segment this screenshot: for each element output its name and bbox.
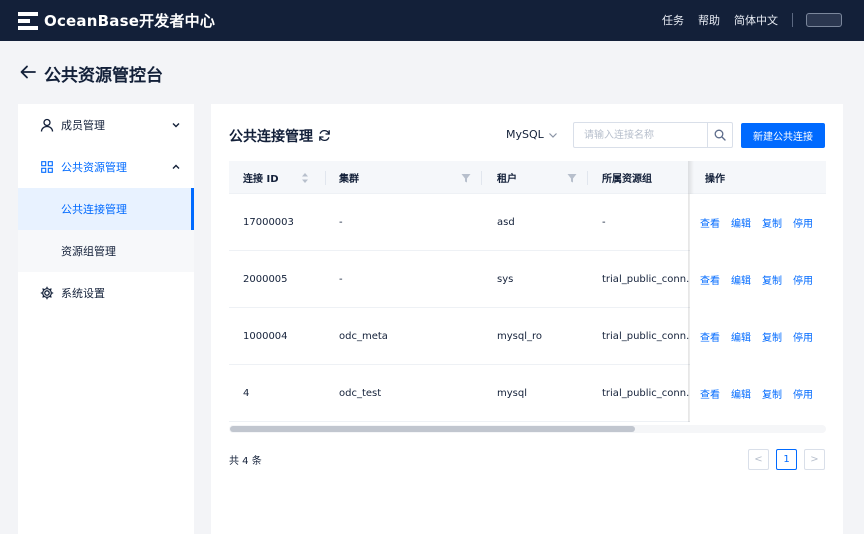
scrollbar-thumb[interactable]: [230, 426, 635, 432]
chevron-up-icon: [172, 164, 180, 169]
brand-logo[interactable]: OceanBase开发者中心: [18, 10, 215, 31]
column-label: 连接 ID: [243, 174, 279, 185]
column-header-actions: 操作: [705, 161, 725, 194]
view-link[interactable]: 查看: [700, 386, 720, 401]
gear-icon: [39, 285, 55, 301]
edit-link[interactable]: 编辑: [731, 272, 751, 287]
grid-icon: [39, 159, 55, 175]
chevron-down-icon: [548, 132, 557, 138]
page-title: 公共资源管控台: [44, 66, 163, 86]
db-type-select[interactable]: MySQL: [506, 128, 558, 141]
sidebar-item-system-settings[interactable]: 系统设置: [18, 272, 194, 314]
filter-icon[interactable]: [567, 173, 577, 183]
copy-link[interactable]: 复制: [762, 386, 782, 401]
top-links: 任务 帮助 简体中文: [648, 12, 842, 28]
view-link[interactable]: 查看: [700, 329, 720, 344]
copy-link[interactable]: 复制: [762, 215, 782, 230]
column-label: 操作: [705, 174, 725, 185]
disable-link[interactable]: 停用: [793, 272, 813, 287]
column-header-resource-group[interactable]: 所属资源组: [602, 161, 652, 194]
view-link[interactable]: 查看: [700, 215, 720, 230]
help-link[interactable]: 帮助: [698, 12, 720, 28]
disable-link[interactable]: 停用: [793, 386, 813, 401]
top-navigation-bar: OceanBase开发者中心 任务 帮助 简体中文: [0, 0, 864, 41]
tasks-link[interactable]: 任务: [662, 12, 684, 28]
horizontal-scrollbar[interactable]: [229, 425, 826, 433]
filter-icon[interactable]: [461, 173, 471, 183]
column-divider: [587, 171, 588, 185]
actions-column: 查看 编辑 复制 停用 查看 编辑 复制 停用 查看 编辑 复制 停用 查看 编…: [229, 161, 826, 422]
new-public-connection-button[interactable]: 新建公共连接: [741, 123, 825, 148]
row-actions: 查看 编辑 复制 停用: [700, 308, 824, 364]
user-icon: [39, 117, 55, 133]
disable-link[interactable]: 停用: [793, 329, 813, 344]
copy-link[interactable]: 复制: [762, 272, 782, 287]
chevron-down-icon: [172, 123, 180, 128]
sidebar-item-members[interactable]: 成员管理: [18, 104, 194, 146]
sidebar-subitem-label: 公共连接管理: [61, 203, 127, 216]
row-actions: 查看 编辑 复制 停用: [700, 365, 824, 421]
divider: [792, 13, 793, 27]
column-label: 集群: [339, 174, 359, 185]
refresh-icon[interactable]: [318, 129, 331, 142]
column-header-tenant[interactable]: 租户: [497, 161, 517, 194]
sidebar: 成员管理 公共资源管理 公共连接管理 资源组管理 系统设置: [18, 104, 194, 534]
page-1-button[interactable]: 1: [776, 449, 797, 470]
sidebar-item-label: 系统设置: [61, 287, 105, 300]
sidebar-subitem-label: 资源组管理: [61, 245, 116, 258]
search-input[interactable]: [574, 123, 709, 147]
edit-link[interactable]: 编辑: [731, 329, 751, 344]
column-divider: [325, 171, 326, 185]
sidebar-item-resource-groups[interactable]: 资源组管理: [18, 230, 194, 272]
language-switcher[interactable]: 简体中文: [734, 12, 778, 28]
oceanbase-logo-icon: [18, 11, 38, 31]
sidebar-item-public-resources[interactable]: 公共资源管理: [18, 146, 194, 188]
sidebar-item-label: 公共资源管理: [61, 161, 127, 174]
sidebar-item-public-connections[interactable]: 公共连接管理: [18, 188, 194, 230]
row-actions: 查看 编辑 复制 停用: [700, 251, 824, 307]
db-type-value: MySQL: [506, 128, 544, 141]
column-label: 所属资源组: [602, 174, 652, 185]
main-card: 公共连接管理 MySQL 新建公共连接 连接 ID 集群 租户: [211, 104, 843, 534]
card-title: 公共连接管理: [229, 129, 313, 145]
row-actions: 查看 编辑 复制 停用: [700, 194, 824, 250]
column-divider: [481, 171, 482, 185]
disable-link[interactable]: 停用: [793, 215, 813, 230]
sidebar-item-label: 成员管理: [61, 119, 105, 132]
view-link[interactable]: 查看: [700, 272, 720, 287]
user-avatar[interactable]: [806, 13, 842, 27]
edit-link[interactable]: 编辑: [731, 386, 751, 401]
back-arrow-icon[interactable]: [19, 63, 37, 81]
search-box: [573, 122, 733, 148]
table-header: 连接 ID 集群 租户 所属资源组 操作: [229, 161, 826, 194]
edit-link[interactable]: 编辑: [731, 215, 751, 230]
search-button[interactable]: [707, 123, 732, 147]
search-icon: [714, 129, 726, 141]
column-label: 租户: [497, 174, 517, 185]
column-header-id[interactable]: 连接 ID: [243, 161, 309, 194]
next-page-button[interactable]: >: [804, 449, 825, 470]
sort-icon[interactable]: [301, 172, 309, 184]
prev-page-button[interactable]: <: [748, 449, 769, 470]
column-header-cluster[interactable]: 集群: [339, 161, 359, 194]
brand-name: OceanBase开发者中心: [44, 12, 216, 30]
copy-link[interactable]: 复制: [762, 329, 782, 344]
total-count: 共 4 条: [229, 456, 262, 467]
